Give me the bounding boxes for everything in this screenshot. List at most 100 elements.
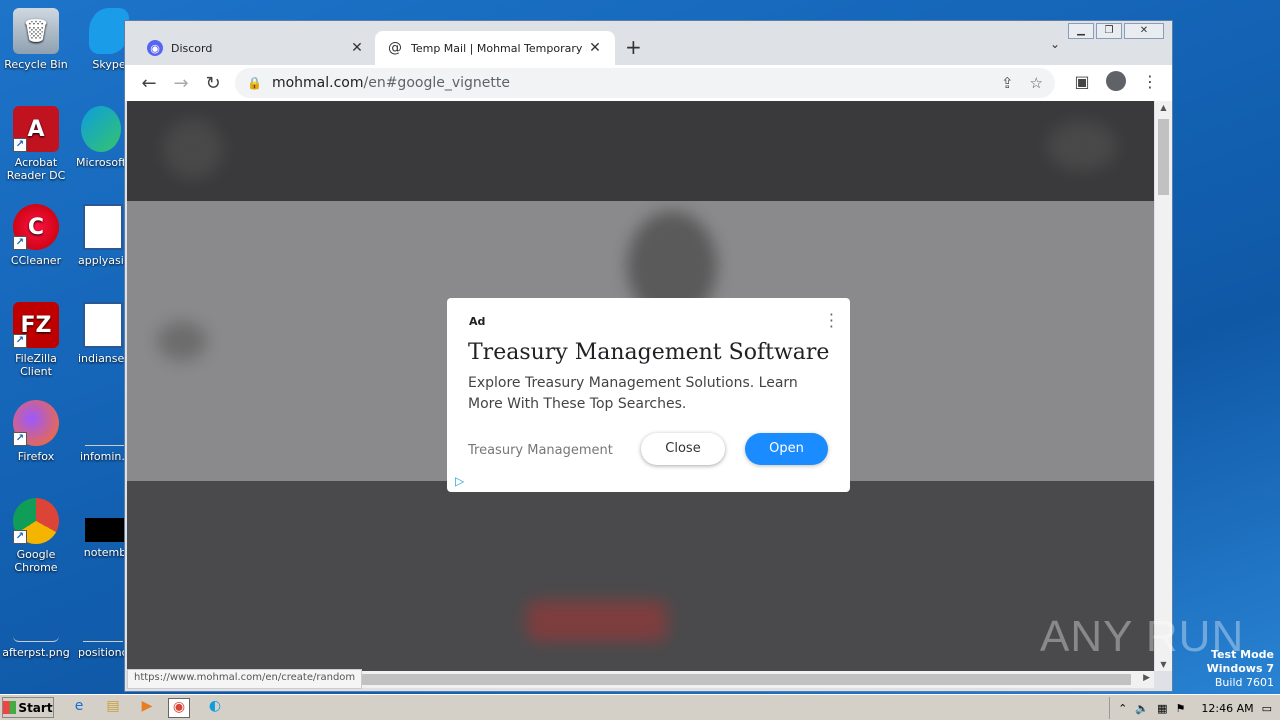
reload-button[interactable]: ↻	[197, 73, 229, 94]
shortcut-arrow-icon: ↗	[13, 334, 27, 348]
network-icon[interactable]: ▦	[1157, 702, 1167, 715]
test-mode-info: Test Mode Windows 7 Build 7601	[1207, 648, 1274, 690]
internet-explorer-icon[interactable]: e	[68, 698, 90, 718]
tab-title: Discord	[171, 41, 213, 55]
start-button[interactable]: Start	[2, 697, 54, 718]
os-label: Windows 7	[1206, 662, 1274, 675]
media-player-icon[interactable]: ▶	[136, 698, 158, 718]
chrome-taskbar-icon[interactable]: ◉	[168, 698, 190, 718]
ad-title[interactable]: Treasury Management Software	[468, 340, 829, 365]
tab-close-icon[interactable]: ✕	[587, 40, 603, 56]
desktop-icon-edge[interactable]: Microsoft	[76, 106, 126, 169]
word-document-icon	[83, 302, 123, 348]
desktop-icon-label: notemb	[83, 546, 127, 559]
profile-avatar-icon[interactable]	[1106, 71, 1126, 91]
tab-temp-mail[interactable]: @ Temp Mail | Mohmal Temporary Dispo ✕	[375, 31, 615, 65]
desktop-icon-afterpst[interactable]: afterpst.png	[0, 596, 72, 659]
url-text: mohmal.com/en#google_vignette	[272, 75, 985, 91]
skype-icon	[89, 8, 129, 54]
vertical-scrollbar[interactable]: ▲ ▼	[1155, 101, 1172, 671]
chrome-icon: ↗	[13, 498, 59, 544]
desktop-icon-applyasia[interactable]: applyasia	[78, 204, 128, 267]
desktop-icon-filezilla[interactable]: FZ ↗ FileZilla Client	[0, 302, 72, 378]
at-sign-icon: @	[388, 40, 402, 56]
url-path: /en#google_vignette	[363, 75, 510, 91]
menu-kebab-icon[interactable]: ⋮	[1140, 72, 1160, 91]
shortcut-arrow-icon: ↗	[13, 138, 27, 152]
blurred-page-header	[127, 101, 1154, 201]
word-document-icon	[83, 204, 123, 250]
recycle-bin-icon: 🗑	[13, 8, 59, 54]
side-panel-icon[interactable]: ▣	[1072, 72, 1092, 91]
tray-expand-icon[interactable]: ⌃	[1118, 702, 1127, 715]
desktop-icon-positiond[interactable]: positiond	[78, 596, 128, 659]
file-explorer-icon[interactable]: ▤	[102, 698, 124, 718]
test-mode-label: Test Mode	[1211, 648, 1274, 661]
ccleaner-icon: C ↗	[13, 204, 59, 250]
file-thumbnail-icon	[85, 518, 125, 542]
file-icon	[83, 596, 123, 642]
tab-search-chevron-icon[interactable]: ⌄	[1050, 37, 1060, 51]
edge-taskbar-icon[interactable]: ◐	[204, 698, 226, 718]
image-file-icon	[13, 596, 59, 642]
desktop-icon-acrobat[interactable]: A ↗ Acrobat Reader DC	[0, 106, 72, 182]
desktop-icon-label: infomin.p	[80, 450, 130, 463]
desktop-icon-chrome[interactable]: ↗ Google Chrome	[0, 498, 72, 574]
new-tab-button[interactable]: +	[625, 35, 642, 59]
status-bar-url: https://www.mohmal.com/en/create/random	[127, 669, 363, 689]
shortcut-arrow-icon: ↗	[13, 432, 27, 446]
desktop-icon-infomin[interactable]: infomin.p	[80, 400, 130, 463]
desktop-icon-label: Recycle Bin	[4, 58, 68, 71]
desktop-icon-label: Microsoft	[76, 156, 126, 169]
url-host: mohmal.com	[271, 75, 364, 91]
scroll-right-icon[interactable]: ▶	[1143, 673, 1150, 683]
desktop-icon-label: indianset	[78, 352, 128, 365]
windows-flag-icon	[3, 701, 17, 714]
firefox-icon: ↗	[13, 400, 59, 446]
forward-button[interactable]: →	[165, 73, 197, 94]
ad-description: Explore Treasury Management Solutions. L…	[468, 375, 798, 412]
ad-close-button[interactable]: Close	[641, 433, 725, 465]
desktop-icon-label: FileZilla Client	[15, 352, 57, 378]
start-label: Start	[18, 700, 53, 715]
system-tray: ⌃ 🔈 ▦ ⚑ 12:46 AM ▭	[1109, 697, 1280, 719]
desktop-icon-recycle-bin[interactable]: 🗑 Recycle Bin	[0, 8, 72, 71]
show-desktop-icon[interactable]: ▭	[1262, 702, 1272, 715]
desktop-icon-label: positiond	[78, 646, 128, 659]
desktop-icon-indianset[interactable]: indianset	[78, 302, 128, 365]
blurred-logo	[163, 119, 223, 179]
lock-icon: 🔒	[247, 76, 262, 90]
scroll-thumb[interactable]	[1158, 119, 1169, 195]
desktop-icon-label: Firefox	[17, 450, 55, 463]
clock[interactable]: 12:46 AM	[1201, 702, 1253, 715]
desktop-icon-firefox[interactable]: ↗ Firefox	[0, 400, 72, 463]
ad-source: Treasury Management	[468, 443, 613, 458]
ad-open-button[interactable]: Open	[745, 433, 828, 465]
toolbar-right: ▣ ⋮	[1072, 71, 1160, 91]
scroll-up-icon[interactable]: ▲	[1155, 103, 1172, 112]
desktop-icon-label: afterpst.png	[2, 646, 70, 659]
tab-close-icon[interactable]: ✕	[349, 40, 365, 56]
desktop-icon-notemb[interactable]: notemb	[80, 498, 130, 559]
desktop-icon-ccleaner[interactable]: C ↗ CCleaner	[0, 204, 72, 267]
desktop-icon-label: applyasia	[78, 254, 128, 267]
bookmark-star-icon[interactable]: ☆	[1030, 74, 1043, 92]
desktop-icon-label: Acrobat Reader DC	[6, 156, 66, 182]
tab-strip: ◉ Discord ✕ @ Temp Mail | Mohmal Tempora…	[125, 21, 1172, 65]
back-button[interactable]: ←	[133, 73, 165, 94]
discord-icon: ◉	[147, 40, 163, 56]
taskbar: Start e ▤ ▶ ◉ ◐ ⌃ 🔈 ▦ ⚑ 12:46 AM ▭	[0, 694, 1280, 720]
share-icon[interactable]: ⇪	[1001, 74, 1014, 92]
address-bar[interactable]: 🔒 mohmal.com/en#google_vignette ⇪ ☆	[235, 68, 1055, 98]
blurred-button	[527, 601, 667, 641]
filezilla-icon: FZ ↗	[13, 302, 59, 348]
tab-discord[interactable]: ◉ Discord ✕	[135, 31, 377, 65]
build-label: Build 7601	[1214, 676, 1274, 689]
adchoices-icon[interactable]: ▷	[455, 474, 464, 488]
acrobat-icon: A ↗	[13, 106, 59, 152]
desktop-icon-label: Google Chrome	[14, 548, 58, 574]
ad-options-kebab-icon[interactable]: · · ·	[829, 307, 834, 335]
action-center-flag-icon[interactable]: ⚑	[1176, 702, 1186, 715]
volume-icon[interactable]: 🔈	[1135, 702, 1149, 715]
tab-title: Temp Mail | Mohmal Temporary Dispo	[411, 41, 587, 55]
